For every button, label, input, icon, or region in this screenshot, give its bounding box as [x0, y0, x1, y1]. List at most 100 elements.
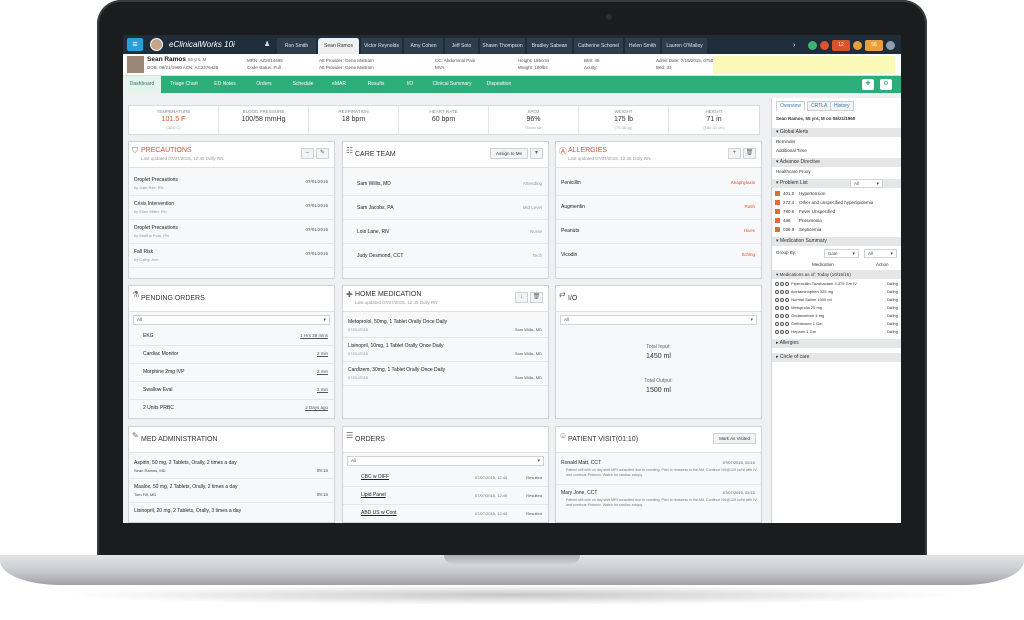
download-icon[interactable]: ↓: [515, 292, 528, 303]
med-summary-item[interactable]: Metoprolol 25 mg Taking: [775, 304, 898, 312]
visit-item[interactable]: Ronald Matt, CCT 07/07/2015, 03:15 Patient…: [556, 455, 761, 485]
vital-temperature[interactable]: TEMPERATURE 101.5 F (38.6 C): [129, 106, 219, 134]
nav-results[interactable]: Results: [359, 76, 393, 93]
user-avatar[interactable]: [150, 38, 163, 51]
plus-icon[interactable]: +: [728, 148, 741, 159]
vital-spo2[interactable]: SPO2 96% Room Air: [489, 106, 579, 134]
minus-icon[interactable]: –: [301, 148, 314, 159]
allergy-item[interactable]: Penicillin Anaphylaxis: [556, 172, 761, 196]
allergy-item[interactable]: Vicodin Itching: [556, 244, 761, 268]
nav-io[interactable]: I/O: [397, 76, 423, 93]
order-item[interactable]: 2 Units PRBC 2 Days ago: [129, 400, 334, 418]
order-name[interactable]: Lipid Panel: [361, 492, 386, 498]
allergy-item[interactable]: Peanuts Hives: [556, 220, 761, 244]
order-time[interactable]: 2 min: [317, 351, 328, 356]
nav-clinical-summary[interactable]: Clinical Summary: [427, 76, 477, 93]
patient-tab[interactable]: Jeff Soto: [445, 38, 479, 54]
order-item[interactable]: Morphine 2mg IVP 2 min: [129, 364, 334, 382]
list-item[interactable]: Fall Risk by Cathy Jom 07/01/2015: [129, 244, 334, 268]
nav-disposition[interactable]: Disposition: [479, 76, 519, 93]
nav-emar[interactable]: eMAR: [323, 76, 355, 93]
gear-icon[interactable]: ⚙: [880, 79, 892, 90]
patient-alert-box[interactable]: [713, 56, 895, 74]
tab-overview[interactable]: Overview: [776, 101, 805, 111]
med-summary-item[interactable]: Ondansetron 4 mg Taking: [775, 312, 898, 320]
hamburger-icon[interactable]: ≡: [127, 38, 143, 51]
nav-dashboard[interactable]: Dashboard: [123, 76, 161, 93]
vital-weight[interactable]: WEIGHT 175 lb (79.38 kg): [579, 106, 669, 134]
order-item[interactable]: Lipid Panel 07/07/2015, 12:45 Resulted: [343, 487, 548, 505]
med-summary-item[interactable]: Ceftriaxone 1 Gm Taking: [775, 320, 898, 328]
global-alerts-header[interactable]: ▾ Global Alerts: [772, 128, 901, 137]
problem-item[interactable]: 486 Pneumonia: [775, 217, 822, 225]
patient-tab[interactable]: Victor Reynolds: [361, 38, 403, 54]
vital-heart-rate[interactable]: HEART RATE 60 bpm: [399, 106, 489, 134]
filter-select[interactable]: All: [347, 456, 544, 466]
chevron-down-icon[interactable]: ▾: [530, 148, 543, 159]
list-item[interactable]: Crisis Intervention by Ellen Miller, RN 07…: [129, 196, 334, 220]
problem-item[interactable]: 401.0 Hypertension: [775, 190, 826, 198]
problem-item[interactable]: 272.4 Other and unspecified hyperlipidemi…: [775, 199, 873, 207]
tab-crtla[interactable]: CRTLA: [807, 101, 832, 111]
med-filter-select[interactable]: All: [864, 249, 897, 258]
settings-icon[interactable]: [886, 40, 895, 50]
order-time[interactable]: 2 min: [317, 369, 328, 374]
problem-item[interactable]: 038.9 Septicemia: [775, 226, 821, 234]
allergy-item[interactable]: Augmentin Rash: [556, 196, 761, 220]
med-admin-item[interactable]: Maalox, 50 mg, 2 Tablets, Orally, 2 time…: [129, 479, 334, 503]
add-widget-icon[interactable]: ✚: [862, 79, 874, 90]
care-team-member[interactable]: Sam Willis, MD Attending: [343, 172, 548, 196]
advance-directive-header[interactable]: ▾ Advance Directive: [772, 158, 901, 167]
circle-of-care-header[interactable]: ▸ Circle of care: [772, 353, 901, 362]
order-time[interactable]: 2 min: [317, 387, 328, 392]
patient-tab[interactable]: Helen Smith: [625, 38, 661, 54]
alert-icon[interactable]: [820, 40, 829, 50]
task-icon[interactable]: [853, 40, 862, 50]
order-item[interactable]: Swallow Eval 2 min: [129, 382, 334, 400]
filter-select[interactable]: All: [133, 315, 330, 325]
filter-select[interactable]: All: [560, 315, 757, 325]
care-team-member[interactable]: Sam Jacobs, PA Mid Level: [343, 196, 548, 220]
med-admin-item[interactable]: Lisinopril, 20 mg, 2 Tablets, Orally, 3 …: [129, 503, 334, 523]
nav-schedule[interactable]: Schedule: [285, 76, 321, 93]
order-item[interactable]: EKG 1 Hrs 39 mins: [129, 328, 334, 346]
trash-icon[interactable]: 🗑: [743, 148, 756, 159]
care-team-member[interactable]: Judy Desmond, CCT Tech: [343, 244, 548, 268]
patient-list-icon[interactable]: ♟: [264, 40, 274, 49]
patient-tab-active[interactable]: Sean Ramos: [318, 38, 360, 54]
list-item[interactable]: Droplet Precautions by Julie Rile, RN 07/0…: [129, 172, 334, 196]
vital-height[interactable]: HEIGHT 71 in (180.34 cm): [669, 106, 759, 134]
patient-tab[interactable]: Catherine Schonel: [574, 38, 624, 54]
chevron-right-icon[interactable]: ›: [793, 42, 805, 49]
nav-ed-notes[interactable]: ED Notes: [207, 76, 243, 93]
list-item[interactable]: Droplet Precautions by Martha Pula, RN 07/…: [129, 220, 334, 244]
vital-blood-pressure[interactable]: BLOOD PRESSURE 100/58 mmHg: [219, 106, 309, 134]
medication-item[interactable]: Cardizem, 30mg, 1 Tablet Orally Once Dai…: [343, 362, 548, 386]
order-name[interactable]: ABD US w Cont: [361, 510, 397, 516]
visit-item[interactable]: Mary Jone, CCT 07/07/2015, 03:15 Patient s…: [556, 485, 761, 515]
patient-tab[interactable]: Shawn Thompson: [480, 38, 526, 54]
nav-triage-chart[interactable]: Triage Chart: [163, 76, 205, 93]
patient-tab[interactable]: Amy Cohen: [404, 38, 444, 54]
trash-icon[interactable]: 🗑: [530, 292, 543, 303]
problem-filter-select[interactable]: All: [850, 179, 883, 188]
group-by-select[interactable]: Date: [824, 249, 859, 258]
med-summary-item[interactable]: Piperacillin-Tazobactam 3.375 Gm IV Takin…: [775, 280, 898, 288]
allergies-section-header[interactable]: ▸ Allergies: [772, 339, 901, 348]
medication-summary-header[interactable]: ▾ Medication Summary: [772, 237, 901, 246]
order-item[interactable]: CBC w DIFF 07/07/2015, 12:45 Resulted: [343, 469, 548, 487]
problem-item[interactable]: 780.6 Fever Unspecified: [775, 208, 835, 216]
med-summary-item[interactable]: Normal Saline 1000 ml Taking: [775, 296, 898, 304]
order-item[interactable]: ABD US w Cont 07/07/2015, 12:45 Resulted: [343, 505, 548, 523]
patient-tab[interactable]: Lauren O'Malley: [662, 38, 708, 54]
assign-to-me-button[interactable]: Assign to Me: [489, 148, 528, 159]
order-time[interactable]: 2 Days ago: [305, 405, 328, 410]
vital-respiration[interactable]: RESPIRATION 18 bpm: [309, 106, 399, 134]
red-count-badge[interactable]: 12: [832, 39, 850, 51]
order-time[interactable]: 1 Hrs 39 mins: [300, 333, 328, 338]
patient-tab[interactable]: Bradley Sabean: [527, 38, 573, 54]
order-item[interactable]: Cardiac Monitor 2 min: [129, 346, 334, 364]
med-summary-item[interactable]: Acetaminophen 325 mg Taking: [775, 288, 898, 296]
edit-icon[interactable]: ✎: [316, 148, 329, 159]
orange-count-badge[interactable]: 56: [865, 39, 883, 51]
